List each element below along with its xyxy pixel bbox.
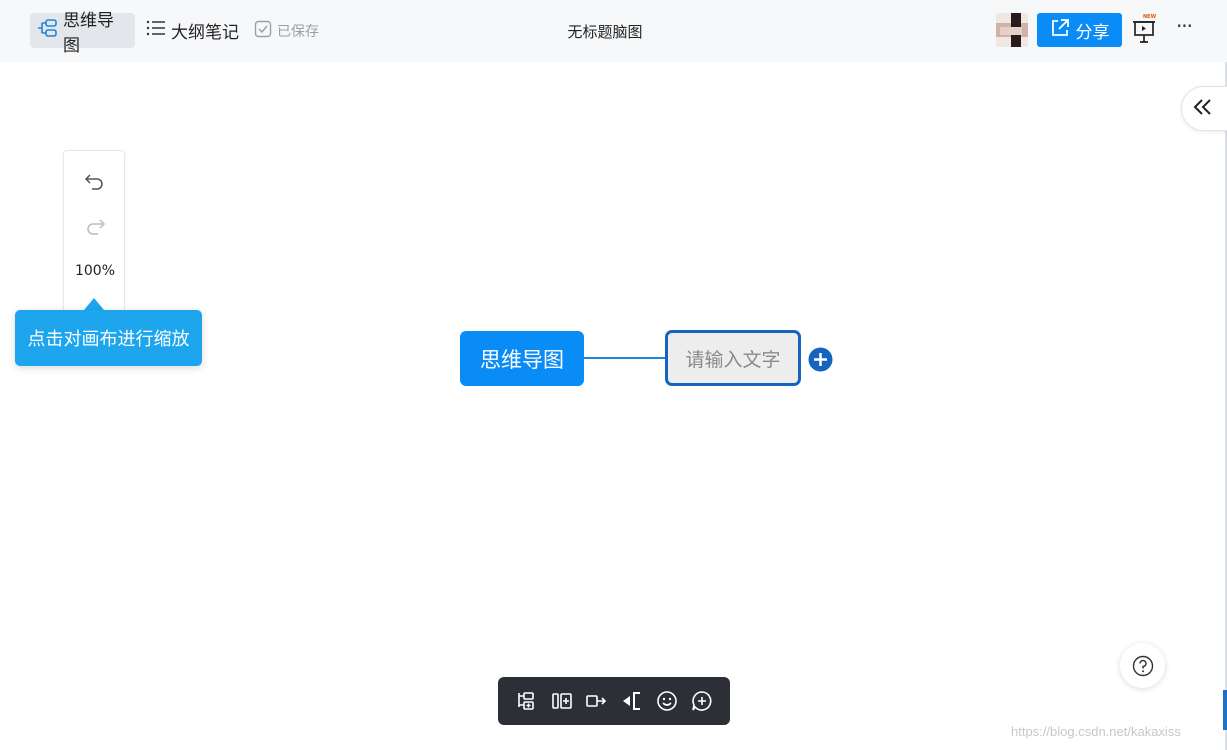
add-comment-icon (691, 691, 711, 711)
zoom-tooltip: 点击对画布进行缩放 (15, 310, 202, 366)
collapse-panel-button[interactable] (1181, 86, 1227, 131)
new-badge: NEW (1143, 14, 1157, 20)
share-button[interactable]: 分享 (1037, 13, 1122, 47)
double-chevron-left-icon (1192, 97, 1214, 121)
add-child-node-icon (517, 692, 534, 710)
mindmap-icon (36, 18, 58, 43)
plus-circle-icon (808, 347, 833, 372)
avatar[interactable] (996, 13, 1028, 47)
document-title[interactable]: 无标题脑图 (520, 21, 690, 42)
add-sibling-node-icon (551, 693, 572, 709)
add-summary-icon (622, 692, 640, 710)
tab-mindmap-label: 思维导图 (63, 10, 114, 56)
add-child-node-button[interactable] (515, 689, 539, 713)
checkbox-check-icon (254, 20, 272, 42)
top-bar: 思维导图 大纲笔记 已保存 无标题脑图 分享 NEW ··· (0, 0, 1227, 62)
outline-list-icon (146, 19, 166, 42)
saved-status: 已保存 (254, 20, 319, 42)
right-edge-accent (1223, 690, 1227, 730)
help-button[interactable] (1120, 643, 1165, 688)
zoom-panel: 100% (63, 150, 125, 320)
add-sibling-node-button[interactable] (550, 689, 574, 713)
help-icon (1132, 655, 1153, 676)
more-options-button[interactable]: ··· (1172, 16, 1196, 40)
undo-icon (84, 174, 103, 190)
add-node-relation-icon (585, 695, 606, 707)
emoji-icon (656, 691, 677, 711)
share-button-label: 分享 (1075, 22, 1110, 43)
add-comment-button[interactable] (690, 689, 714, 713)
child-node-input[interactable]: 请输入文字 (665, 330, 801, 386)
watermark: https://blog.csdn.net/kakaxiss (1011, 724, 1181, 739)
presentation-button[interactable]: NEW (1132, 14, 1158, 45)
redo-icon (87, 219, 106, 235)
undo-button[interactable] (82, 170, 108, 194)
tab-outline[interactable]: 大纲笔记 (140, 13, 246, 48)
tab-mindmap[interactable]: 思维导图 (30, 11, 135, 56)
root-node[interactable]: 思维导图 (460, 331, 584, 386)
tab-outline-label: 大纲笔记 (171, 23, 239, 43)
add-node-relation-button[interactable] (585, 689, 609, 713)
add-summary-button[interactable] (620, 689, 644, 713)
emoji-button[interactable] (655, 689, 679, 713)
bottom-toolbar (498, 677, 730, 725)
add-node-button[interactable] (808, 347, 833, 372)
saved-status-label: 已保存 (277, 24, 319, 40)
zoom-level[interactable]: 100% (64, 263, 126, 279)
tooltip-arrow (84, 298, 104, 310)
node-connector (584, 357, 666, 359)
redo-button[interactable] (82, 215, 108, 239)
external-link-icon (1050, 18, 1070, 43)
